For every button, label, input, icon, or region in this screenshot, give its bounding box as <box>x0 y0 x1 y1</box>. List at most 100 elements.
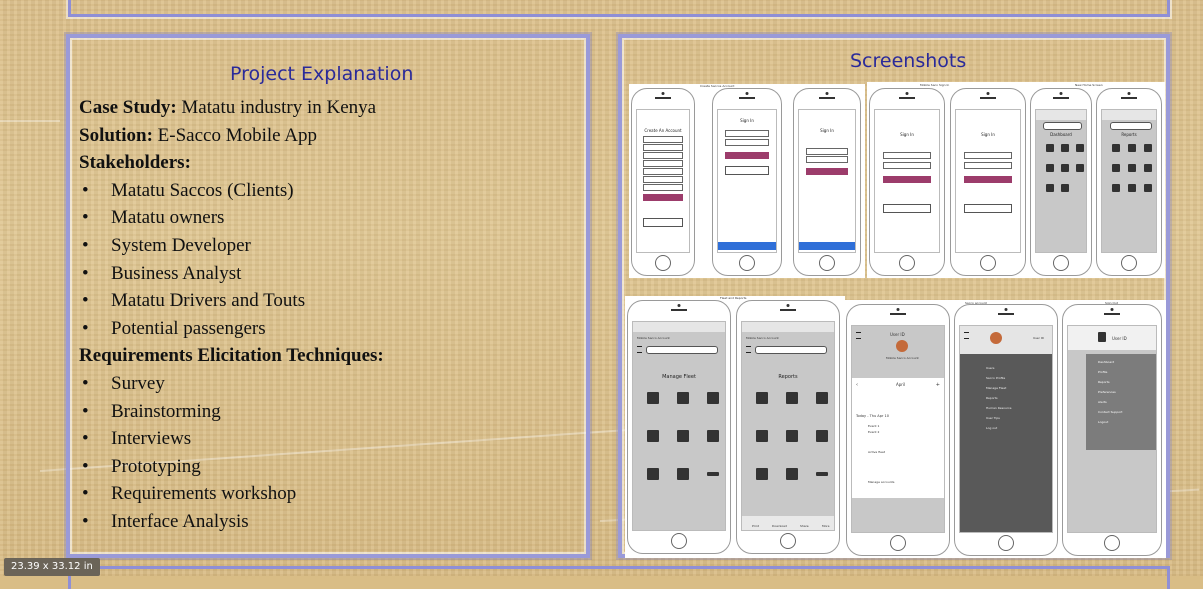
solution-line: Solution: E-Sacco Mobile App <box>79 122 384 150</box>
tab-print[interactable]: Print <box>752 524 759 528</box>
grid-icon[interactable] <box>1046 164 1054 172</box>
request-otp-button[interactable] <box>724 166 770 175</box>
sign-in-button[interactable] <box>724 152 770 159</box>
sign-in-button[interactable] <box>963 176 1013 183</box>
technique-item: Survey <box>79 370 384 398</box>
hamburger-icon[interactable] <box>963 332 969 339</box>
input-field[interactable] <box>643 184 683 191</box>
users-icon[interactable] <box>647 468 659 480</box>
password-field[interactable] <box>963 162 1013 169</box>
menu-item[interactable]: Human Resource <box>986 406 1012 410</box>
input-field[interactable] <box>643 136 683 143</box>
add-icon[interactable]: + <box>936 382 940 388</box>
dropdown-menu <box>1086 354 1156 450</box>
grid-icon[interactable] <box>1076 144 1084 152</box>
prev-month-icon[interactable]: ‹ <box>856 382 858 388</box>
search-input[interactable] <box>1109 122 1152 130</box>
grid-icon[interactable] <box>1128 184 1136 192</box>
wrench-icon[interactable] <box>677 468 689 480</box>
grid-icon[interactable] <box>1076 164 1084 172</box>
id-card-icon[interactable] <box>707 392 719 404</box>
hamburger-icon[interactable] <box>636 346 642 353</box>
menu-item[interactable]: Log out <box>986 426 997 430</box>
create-account-button[interactable] <box>718 242 776 250</box>
more-icon[interactable] <box>816 472 828 476</box>
menu-item[interactable]: Alerts <box>1098 400 1107 404</box>
id-card-icon[interactable] <box>816 392 828 404</box>
id-number-field[interactable] <box>882 152 932 159</box>
menu-item[interactable]: Dashboard <box>1098 360 1114 364</box>
calendar-icon[interactable] <box>816 430 828 442</box>
road-icon[interactable] <box>677 392 689 404</box>
event-item[interactable]: Active fleet <box>868 450 885 454</box>
grid-icon[interactable] <box>1144 164 1152 172</box>
event-item[interactable]: Manage accounts <box>868 480 894 484</box>
grid-icon[interactable] <box>1061 164 1069 172</box>
road-icon[interactable] <box>786 392 798 404</box>
grid-icon[interactable] <box>1061 144 1069 152</box>
event-item[interactable]: Event 1 <box>868 424 879 428</box>
search-input[interactable] <box>1043 122 1082 130</box>
grid-icon[interactable] <box>1128 144 1136 152</box>
speaker <box>1104 313 1120 315</box>
input-field[interactable] <box>643 152 683 159</box>
money-icon[interactable] <box>677 430 689 442</box>
input-field[interactable] <box>643 168 683 175</box>
menu-item[interactable]: Logout <box>1098 420 1108 424</box>
otp-field[interactable] <box>724 139 770 146</box>
input-field[interactable] <box>643 176 683 183</box>
gavel-icon[interactable] <box>647 430 659 442</box>
input-field[interactable] <box>643 160 683 167</box>
grid-icon[interactable] <box>1046 144 1054 152</box>
menu-item[interactable]: Manage Fleet <box>986 386 1006 390</box>
tab-download[interactable]: Download <box>772 524 787 528</box>
calendar-icon[interactable] <box>707 430 719 442</box>
grid-icon[interactable] <box>1112 164 1120 172</box>
otp-field[interactable] <box>882 162 932 169</box>
menu-item[interactable]: Reports <box>1098 380 1110 384</box>
menu-item[interactable]: Sacco Profile <box>986 376 1005 380</box>
request-otp-button[interactable] <box>882 204 932 213</box>
money-icon[interactable] <box>786 430 798 442</box>
home-button <box>899 255 915 271</box>
already-have-account-button[interactable] <box>643 218 683 227</box>
grid-icon[interactable] <box>1112 184 1120 192</box>
menu-item[interactable]: Contact Support <box>1098 410 1123 414</box>
wrench-icon[interactable] <box>786 468 798 480</box>
tab-share[interactable]: Share <box>800 524 809 528</box>
sign-up-button[interactable] <box>643 194 683 201</box>
grid-icon[interactable] <box>1128 164 1136 172</box>
input-field[interactable] <box>643 144 683 151</box>
need-assistance-button[interactable] <box>963 204 1013 213</box>
id-number-field[interactable] <box>724 130 770 137</box>
password-field[interactable] <box>805 156 849 163</box>
create-account-button[interactable] <box>799 242 855 250</box>
gavel-icon[interactable] <box>756 430 768 442</box>
grid-icon[interactable] <box>1061 184 1069 192</box>
tab-more[interactable]: More <box>822 524 829 528</box>
menu-item[interactable]: Reports <box>986 396 998 400</box>
bus-icon[interactable] <box>756 392 768 404</box>
hamburger-icon[interactable] <box>855 332 861 339</box>
phone-sign-in: Sign In <box>712 88 782 276</box>
menu-item[interactable]: User Tips <box>986 416 1000 420</box>
menu-item[interactable]: Profile <box>1098 370 1107 374</box>
event-item[interactable]: Event 2 <box>868 430 879 434</box>
hamburger-icon[interactable] <box>745 346 751 353</box>
email-field[interactable] <box>805 148 849 155</box>
grid-icon[interactable] <box>1144 144 1152 152</box>
grid-icon[interactable] <box>1046 184 1054 192</box>
home-button <box>739 255 755 271</box>
sign-in-button[interactable] <box>805 168 849 175</box>
search-input[interactable] <box>754 346 827 354</box>
submit-button[interactable] <box>882 176 932 183</box>
menu-item[interactable]: Preferences <box>1098 390 1116 394</box>
bus-icon[interactable] <box>647 392 659 404</box>
grid-icon[interactable] <box>1112 144 1120 152</box>
search-input[interactable] <box>645 346 718 354</box>
id-number-field[interactable] <box>963 152 1013 159</box>
grid-icon[interactable] <box>1144 184 1152 192</box>
menu-item[interactable]: Users <box>986 366 994 370</box>
users-icon[interactable] <box>756 468 768 480</box>
more-icon[interactable] <box>707 472 719 476</box>
